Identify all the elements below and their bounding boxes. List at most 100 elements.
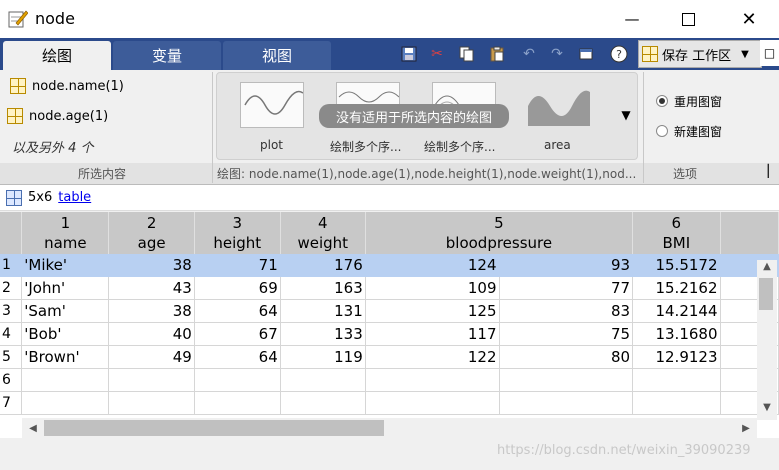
table-cell[interactable]: 14.2144 — [632, 299, 721, 323]
table-cell[interactable]: 'Brown' — [21, 345, 110, 369]
collapse-toolstrip-button[interactable]: □ — [760, 40, 779, 66]
horizontal-scroll-thumb[interactable] — [44, 420, 384, 436]
table-cell[interactable]: 119 — [280, 345, 366, 369]
table-cell[interactable]: 122 — [365, 345, 500, 369]
table-cell[interactable] — [108, 368, 195, 392]
table-cell[interactable]: 'Bob' — [21, 322, 110, 346]
table-cell[interactable]: 75 — [499, 322, 634, 346]
table-cell[interactable] — [194, 391, 281, 415]
plot-thumbnail[interactable] — [240, 82, 304, 128]
table-cell[interactable] — [632, 391, 721, 415]
table-row[interactable]: 4 'Bob' 40 67 133 117 75 13.1680 — [0, 322, 779, 346]
table-cell[interactable]: 38 — [108, 254, 195, 277]
table-cell[interactable] — [194, 368, 281, 392]
table-cell[interactable] — [108, 391, 195, 415]
row-number[interactable]: 4 — [0, 322, 23, 346]
table-cell[interactable]: 'Sam' — [21, 299, 110, 323]
column-header[interactable]: 1 name — [21, 212, 110, 254]
table-cell[interactable] — [632, 368, 721, 392]
table-cell[interactable] — [365, 391, 500, 415]
column-header[interactable]: 2 age — [108, 212, 195, 254]
maximize-button[interactable] — [661, 0, 715, 38]
tab-plot[interactable]: 绘图 — [3, 41, 111, 70]
column-header[interactable]: 3 height — [194, 212, 281, 254]
selection-item[interactable]: node.name(1) — [10, 75, 124, 97]
table-row[interactable]: 3 'Sam' 38 64 131 125 83 14.2144 — [0, 299, 779, 323]
table-cell[interactable]: 'Mike' — [21, 254, 110, 277]
ribbon-collapse-icon[interactable]: ▕ — [756, 163, 772, 179]
column-header[interactable]: 6 BMI — [632, 212, 721, 254]
area-thumbnail[interactable] — [528, 82, 590, 126]
gallery-expand-button[interactable]: ▼ — [616, 100, 636, 130]
table-cell[interactable]: 77 — [499, 276, 634, 300]
table-cell[interactable]: 69 — [194, 276, 281, 300]
row-number[interactable]: 1 — [0, 254, 23, 277]
close-button[interactable]: ✕ — [722, 0, 776, 38]
scroll-up-icon[interactable]: ▲ — [758, 257, 776, 275]
table-cell[interactable]: 'John' — [21, 276, 110, 300]
table-cell[interactable]: 71 — [194, 254, 281, 277]
row-number[interactable]: 2 — [0, 276, 23, 300]
column-header[interactable]: 5 bloodpressure — [365, 212, 634, 254]
table-cell[interactable]: 64 — [194, 299, 281, 323]
table-cell[interactable] — [280, 368, 366, 392]
table-cell[interactable]: 125 — [365, 299, 500, 323]
table-cell[interactable]: 38 — [108, 299, 195, 323]
table-cell[interactable] — [499, 391, 634, 415]
table-cell[interactable] — [280, 391, 366, 415]
paste-icon[interactable] — [486, 43, 508, 65]
table-row[interactable]: 5 'Brown' 49 64 119 122 80 12.9123 — [0, 345, 779, 369]
save-icon[interactable] — [398, 43, 420, 65]
new-figure-option[interactable]: 新建图窗 — [656, 120, 722, 142]
table-cell[interactable] — [499, 368, 634, 392]
scroll-left-icon[interactable]: ◀ — [24, 419, 42, 437]
table-row[interactable]: 7 — [0, 391, 779, 415]
table-row[interactable]: 1 'Mike' 38 71 176 124 93 15.5172 — [0, 254, 779, 277]
row-number[interactable]: 6 — [0, 368, 23, 392]
table-cell[interactable]: 131 — [280, 299, 366, 323]
scroll-down-icon[interactable]: ▼ — [758, 398, 776, 416]
table-cell[interactable]: 64 — [194, 345, 281, 369]
tab-view[interactable]: 视图 — [223, 41, 331, 70]
copy-icon[interactable] — [456, 43, 478, 65]
help-icon[interactable]: ? — [608, 43, 630, 65]
undo-icon[interactable]: ↶ — [518, 43, 540, 65]
table-cell[interactable]: 12.9123 — [632, 345, 721, 369]
table-row[interactable]: 2 'John' 43 69 163 109 77 15.2162 — [0, 276, 779, 300]
row-number[interactable]: 5 — [0, 345, 23, 369]
scroll-right-icon[interactable]: ▶ — [737, 419, 755, 437]
vertical-scroll-thumb[interactable] — [759, 278, 773, 310]
row-number[interactable]: 7 — [0, 391, 23, 415]
minimize-button[interactable]: — — [605, 0, 659, 38]
table-cell[interactable]: 15.2162 — [632, 276, 721, 300]
table-cell[interactable] — [21, 368, 110, 392]
cut-icon[interactable]: ✂ — [426, 43, 448, 65]
table-cell[interactable]: 40 — [108, 322, 195, 346]
variable-type-link[interactable]: table — [58, 190, 91, 205]
selection-item[interactable]: node.age(1) — [7, 105, 108, 127]
table-cell[interactable]: 67 — [194, 322, 281, 346]
table-cell[interactable]: 117 — [365, 322, 500, 346]
table-cell[interactable]: 109 — [365, 276, 500, 300]
table-cell[interactable]: 133 — [280, 322, 366, 346]
redo-icon[interactable]: ↷ — [546, 43, 568, 65]
table-cell[interactable]: 43 — [108, 276, 195, 300]
table-cell[interactable]: 15.5172 — [632, 254, 721, 277]
tab-variable[interactable]: 变量 — [113, 41, 221, 70]
table-cell[interactable] — [21, 391, 110, 415]
column-header[interactable]: 4 weight — [280, 212, 366, 254]
row-number[interactable]: 3 — [0, 299, 23, 323]
table-cell[interactable] — [365, 368, 500, 392]
table-cell[interactable]: 13.1680 — [632, 322, 721, 346]
switch-windows-icon[interactable] — [576, 43, 598, 65]
reuse-figure-option[interactable]: 重用图窗 — [656, 90, 722, 112]
table-cell[interactable]: 49 — [108, 345, 195, 369]
table-cell[interactable]: 80 — [499, 345, 634, 369]
table-cell[interactable]: 124 — [365, 254, 500, 277]
layout-button[interactable]: 保存 工作区 ▼ — [638, 40, 762, 68]
table-row[interactable]: 6 — [0, 368, 779, 392]
table-cell[interactable]: 83 — [499, 299, 634, 323]
table-cell[interactable]: 163 — [280, 276, 366, 300]
table-cell[interactable]: 176 — [280, 254, 366, 277]
table-cell[interactable]: 93 — [499, 254, 634, 277]
